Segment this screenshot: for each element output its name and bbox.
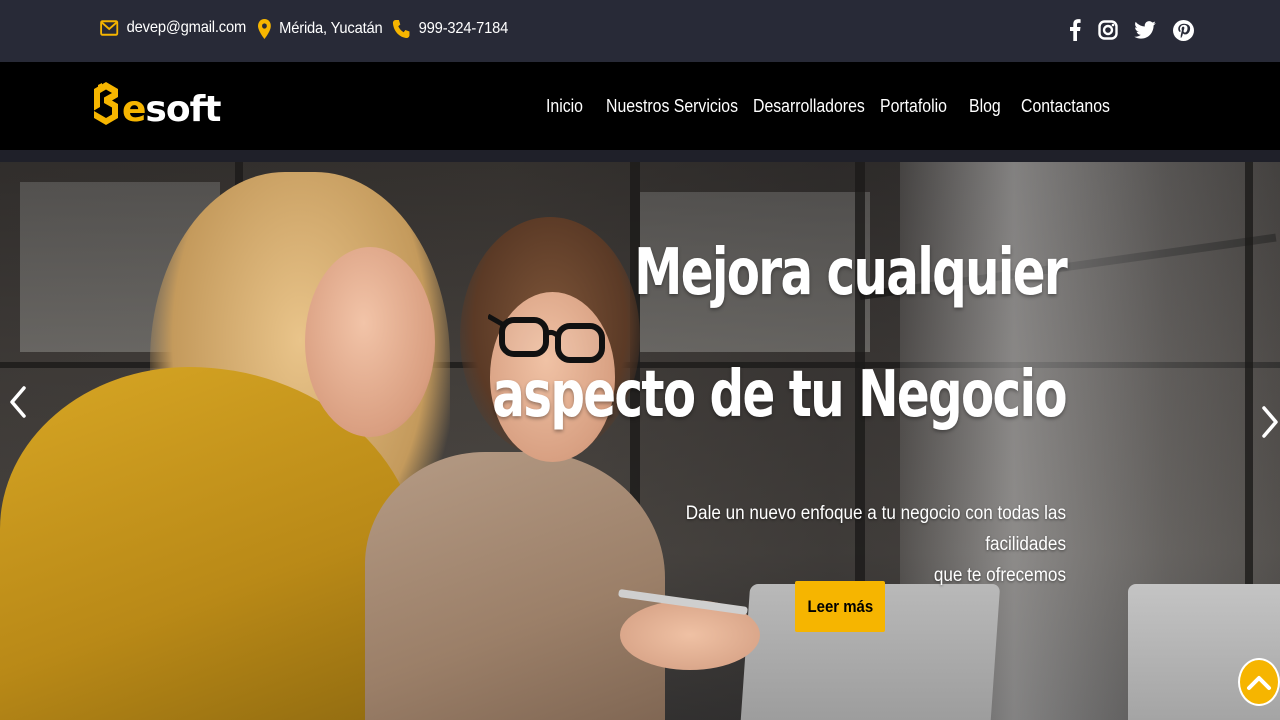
read-more-button[interactable]: Leer más — [795, 581, 885, 632]
map-pin-icon — [258, 19, 271, 39]
pinterest-icon[interactable] — [1170, 16, 1196, 44]
hero-title-line2: aspecto de tu Negocio — [492, 358, 1067, 432]
location-text: Mérida, Yucatán — [279, 20, 383, 37]
phone-text: 999-324-7184 — [418, 20, 509, 37]
hero-subtitle: Dale un nuevo enfoque a tu negocio con t… — [643, 498, 1066, 591]
facebook-icon[interactable] — [1062, 16, 1088, 44]
hero-slider: Mejora cualquier aspecto de tu Negocio D… — [0, 162, 1280, 720]
scroll-to-top-button[interactable] — [1238, 658, 1280, 706]
hero-title-line1: Mejora cualquier — [634, 236, 1067, 310]
esoft-logo-mark — [94, 82, 118, 125]
email-contact[interactable]: devep@gmail.com — [100, 19, 246, 37]
chevron-right-icon — [1262, 406, 1278, 438]
navbar-divider — [0, 150, 1280, 162]
twitter-icon[interactable] — [1132, 16, 1158, 44]
top-info-bar: devep@gmail.com Mérida, Yucatán 999-324-… — [0, 0, 1280, 62]
instagram-icon[interactable] — [1095, 16, 1121, 44]
main-navbar: esoft Inicio Nuestros Servicios Desarrol… — [0, 62, 1280, 150]
nav-item-desarrolladores[interactable]: Desarrolladores — [753, 96, 865, 117]
nav-item-servicios[interactable]: Nuestros Servicios — [606, 96, 738, 117]
nav-item-inicio[interactable]: Inicio — [546, 96, 583, 117]
phone-icon — [392, 20, 410, 38]
phone-contact[interactable]: 999-324-7184 — [392, 19, 508, 39]
chevron-up-icon — [1247, 676, 1271, 690]
hero-subtitle-line1: Dale un nuevo enfoque a tu negocio con t… — [685, 503, 1066, 555]
nav-item-blog[interactable]: Blog — [969, 96, 1001, 117]
nav-item-portafolio[interactable]: Portafolio — [880, 96, 947, 117]
slider-next-button[interactable] — [1258, 402, 1280, 442]
logo-text-prefix: e — [122, 89, 146, 130]
logo-text-rest: soft — [145, 89, 221, 130]
slider-prev-button[interactable] — [6, 382, 30, 422]
chevron-left-icon — [10, 386, 26, 418]
read-more-label: Leer más — [807, 596, 873, 616]
envelope-icon — [100, 20, 119, 36]
email-text: devep@gmail.com — [126, 19, 247, 36]
nav-item-contactanos[interactable]: Contactanos — [1021, 96, 1110, 117]
site-logo[interactable]: esoft — [90, 78, 221, 130]
logo-text: esoft — [122, 89, 221, 130]
location-contact: Mérida, Yucatán — [258, 19, 383, 39]
